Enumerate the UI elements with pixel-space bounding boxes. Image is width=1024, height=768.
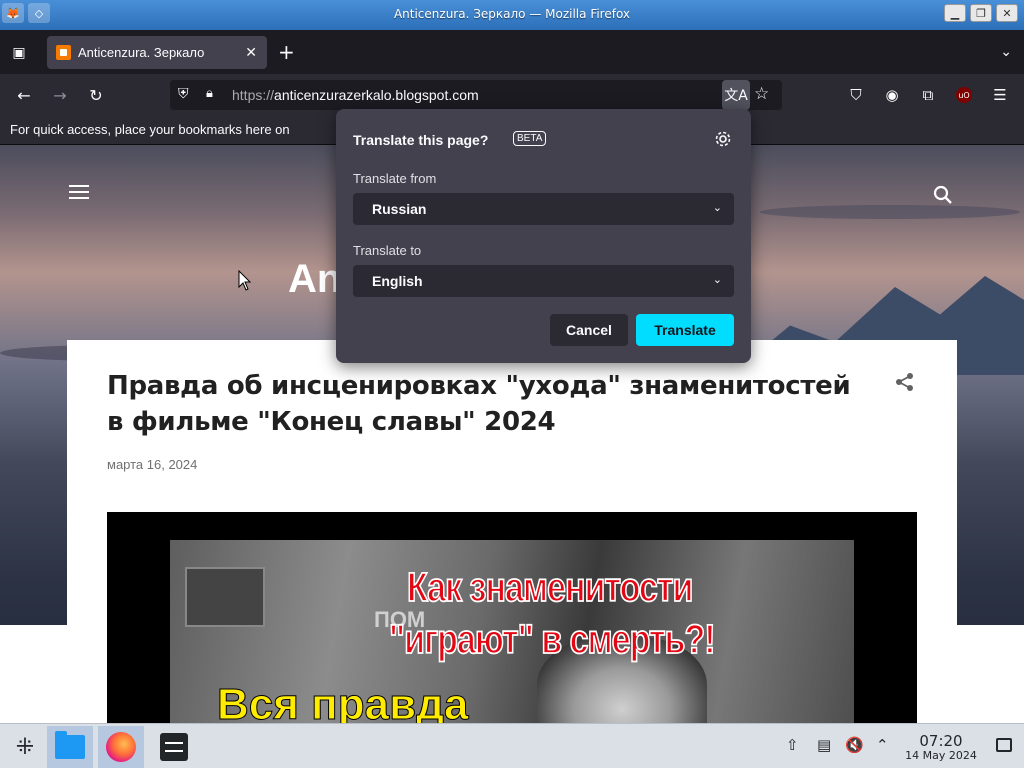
tab-anticenzura[interactable]: Anticenzura. Зеркало ✕ <box>47 36 267 69</box>
tab-strip: ▣ Anticenzura. Зеркало ✕ + ⌄ <box>0 30 1024 74</box>
desktop: 🦊 ◇ Anticenzura. Зеркало — Mozilla Firef… <box>0 0 1024 768</box>
post-title[interactable]: Правда об инсценировках "ухода" знаменит… <box>107 368 867 440</box>
firefox-task[interactable] <box>98 726 144 768</box>
clock-time[interactable]: 07:20 <box>903 732 979 750</box>
back-button[interactable]: ← <box>12 84 36 106</box>
maximize-button[interactable]: ❐ <box>970 4 992 22</box>
beta-badge: BETA <box>513 131 547 146</box>
window-title: Anticenzura. Зеркало — Mozilla Firefox <box>393 7 631 21</box>
account-icon[interactable]: ◉ <box>881 84 903 106</box>
blog-title[interactable]: An <box>288 257 341 302</box>
expand-tray-icon[interactable]: ⌃ <box>876 736 889 754</box>
translate-from-value: Russian <box>372 201 427 217</box>
firefox-view-icon[interactable]: ▣ <box>8 42 30 64</box>
update-icon[interactable]: ⇧ <box>786 736 799 754</box>
post-image-caption-3: Вся правда <box>217 680 470 724</box>
close-window-button[interactable]: ✕ <box>996 4 1018 22</box>
list-all-tabs-icon[interactable]: ⌄ <box>1000 44 1012 60</box>
application-launcher-icon[interactable]: ⁜ <box>2 726 48 768</box>
post-image[interactable]: ПОМ Как знаменитости "играют" в смерть?!… <box>107 512 917 723</box>
translate-to-label: Translate to <box>353 243 422 258</box>
tab-label: Anticenzura. Зеркало <box>78 45 205 60</box>
folder-icon <box>55 731 85 759</box>
translate-to-value: English <box>372 273 423 289</box>
translate-popup-title: Translate this page? <box>353 132 489 148</box>
post-image-sign <box>185 567 265 627</box>
taskbar: ⁜ ⇧ ▤ 🔇 ⌃ 07:20 14 May 2024 <box>0 723 1024 768</box>
lock-icon[interactable]: 🔒︎ <box>206 86 222 104</box>
post-date: марта 16, 2024 <box>107 457 198 472</box>
url-host: anticenzurazerkalo.blogspot.com <box>274 87 479 103</box>
window-controls: ▁ ❐ ✕ <box>944 4 1018 22</box>
reload-button[interactable]: ↻ <box>84 84 108 106</box>
post-image-caption-2: "играют" в смерть?! <box>388 616 716 663</box>
chevron-down-icon: ⌄ <box>712 274 722 286</box>
bookmark-star-icon[interactable]: ☆ <box>754 84 769 104</box>
pocket-icon[interactable]: ⛉ <box>845 84 867 106</box>
ublock-origin-icon[interactable]: uO <box>956 87 972 103</box>
new-tab-button[interactable]: + <box>278 42 295 62</box>
share-icon[interactable] <box>895 372 915 392</box>
url-text[interactable]: https://anticenzurazerkalo.blogspot.com <box>232 87 479 103</box>
translate-popup: Translate this page? BETA Translate from… <box>336 109 751 363</box>
extensions-icon[interactable]: ⧉ <box>917 84 939 106</box>
post-card: Правда об инсценировках "ухода" знаменит… <box>67 340 957 723</box>
translate-settings-gear-icon[interactable] <box>714 130 732 148</box>
url-scheme: https:// <box>232 87 275 103</box>
chevron-down-icon: ⌄ <box>712 202 722 214</box>
url-bar[interactable]: ⛨ 🔒︎ https://anticenzurazerkalo.blogspot… <box>170 80 782 110</box>
blog-menu-icon[interactable] <box>69 185 89 201</box>
firefox-icon <box>106 732 136 762</box>
settings-icon <box>160 733 188 761</box>
forward-button[interactable]: → <box>48 84 72 106</box>
clock-date[interactable]: 14 May 2024 <box>903 749 979 762</box>
tab-close-icon[interactable]: ✕ <box>245 44 257 61</box>
blogger-favicon-icon <box>56 45 71 60</box>
minimize-button[interactable]: ▁ <box>944 4 966 22</box>
translate-page-icon[interactable]: 文A <box>722 80 750 110</box>
translate-to-select[interactable]: English ⌄ <box>353 265 734 297</box>
app-menu-icon[interactable]: ☰ <box>989 84 1011 106</box>
translate-from-label: Translate from <box>353 171 437 186</box>
blog-search-icon[interactable] <box>933 185 953 205</box>
bookmarks-hint-text: For quick access, place your bookmarks h… <box>10 122 290 137</box>
system-settings-task[interactable] <box>151 726 197 768</box>
header-background-cloud <box>760 205 1020 219</box>
clipboard-icon[interactable]: ▤ <box>817 736 831 754</box>
show-desktop-icon[interactable] <box>996 738 1012 752</box>
tracking-protection-shield-icon[interactable]: ⛨ <box>178 86 194 104</box>
translate-button[interactable]: Translate <box>636 314 734 346</box>
translate-from-select[interactable]: Russian ⌄ <box>353 193 734 225</box>
post-image-caption-1: Как знаменитости <box>406 564 694 611</box>
mouse-cursor-icon <box>238 270 252 291</box>
cancel-button[interactable]: Cancel <box>550 314 628 346</box>
file-manager-task[interactable] <box>47 726 93 768</box>
window-titlebar[interactable]: 🦊 ◇ Anticenzura. Зеркало — Mozilla Firef… <box>0 0 1024 30</box>
volume-muted-icon[interactable]: 🔇 <box>845 736 864 754</box>
